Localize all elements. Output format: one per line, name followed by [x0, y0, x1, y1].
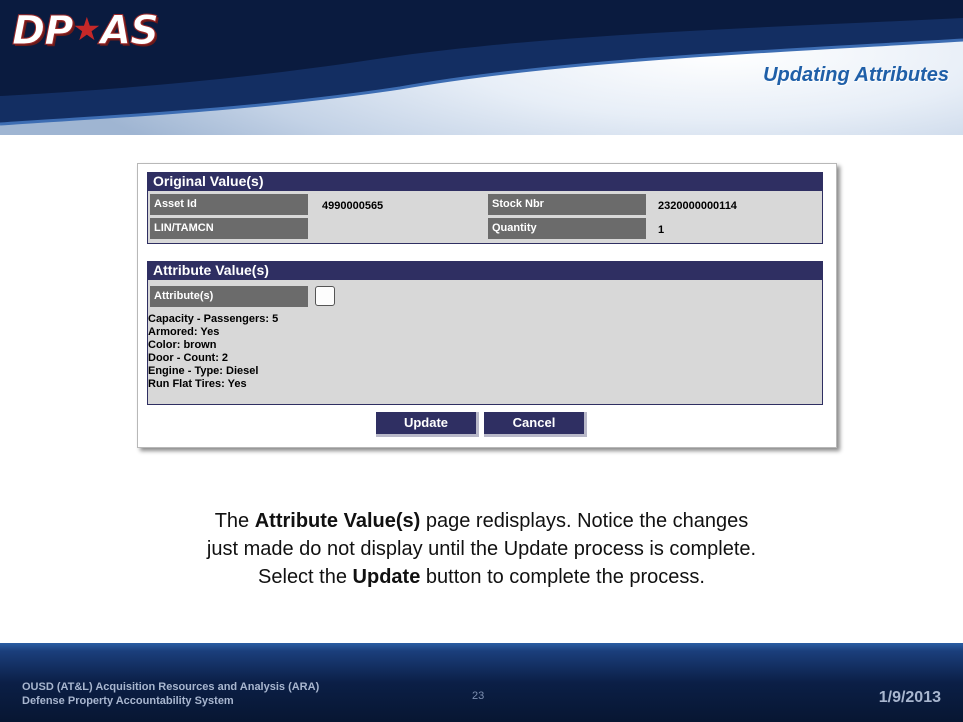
quantity-value: 1: [658, 224, 665, 236]
attribute-item: Capacity - Passengers: 5: [148, 313, 279, 325]
logo-text-dp: DP: [12, 8, 75, 55]
caption-line-1: The Attribute Value(s) page redisplays. …: [100, 507, 863, 535]
asset-id-label: Asset Id: [150, 194, 308, 215]
attribute-item: Run Flat Tires: Yes: [148, 378, 247, 390]
caption-text: The: [214, 510, 255, 532]
dpas-logo: DP★AS: [12, 8, 160, 55]
caption-line-2: just made do not display until the Updat…: [206, 538, 757, 560]
update-button[interactable]: Update: [376, 412, 479, 437]
header-band: DP★AS Updating Attributes: [0, 0, 963, 135]
cancel-button[interactable]: Cancel: [484, 412, 587, 437]
attribute-values-header: Attribute Value(s): [147, 261, 823, 279]
screenshot-panel: Original Value(s) Asset Id 4990000565 St…: [137, 163, 837, 448]
instruction-caption: The Attribute Value(s) page redisplays. …: [100, 507, 863, 591]
asset-id-value: 4990000565: [322, 200, 384, 212]
caption-text: button to complete the process.: [420, 566, 705, 588]
attribute-item: Armored: Yes: [148, 326, 220, 338]
logo-star-icon: ★: [72, 10, 102, 48]
original-values-header: Original Value(s): [147, 172, 823, 190]
quantity-label: Quantity: [488, 218, 646, 239]
attribute-item: Color: brown: [148, 339, 217, 351]
lin-tamcn-label: LIN/TAMCN: [150, 218, 308, 239]
footer-date: 1/9/2013: [878, 689, 941, 706]
caption-bold-update: Update: [352, 566, 421, 588]
original-values-grid: Asset Id 4990000565 Stock Nbr 2320000000…: [147, 190, 823, 244]
attributes-label: Attribute(s): [150, 286, 308, 307]
stock-nbr-label: Stock Nbr: [488, 194, 646, 215]
caption-line-3: Select the Update button to complete the…: [100, 563, 863, 591]
attribute-item: Door - Count: 2: [148, 352, 229, 364]
page-number: 23: [472, 690, 485, 702]
caption-bold-attribute-values: Attribute Value(s): [254, 510, 421, 532]
lin-tamcn-value: [310, 218, 480, 239]
footer-org-line-1: OUSD (AT&L) Acquisition Resources and An…: [22, 681, 320, 693]
slide: DP★AS Updating Attributes Original Value…: [0, 0, 963, 722]
attribute-checkbox[interactable]: [315, 286, 335, 306]
logo-text-as: AS: [100, 8, 160, 55]
footer-organization: OUSD (AT&L) Acquisition Resources and An…: [22, 680, 319, 708]
stock-nbr-value: 2320000000114: [658, 200, 737, 212]
footer-org-line-2: Defense Property Accountability System: [22, 695, 234, 707]
caption-text: page redisplays. Notice the changes: [420, 510, 749, 532]
attribute-item: Engine - Type: Diesel: [148, 365, 259, 377]
slide-title: Updating Attributes: [763, 64, 949, 86]
attribute-list: Capacity - Passengers: 5 Armored: Yes Co…: [148, 313, 278, 391]
caption-text: Select the: [258, 566, 353, 588]
